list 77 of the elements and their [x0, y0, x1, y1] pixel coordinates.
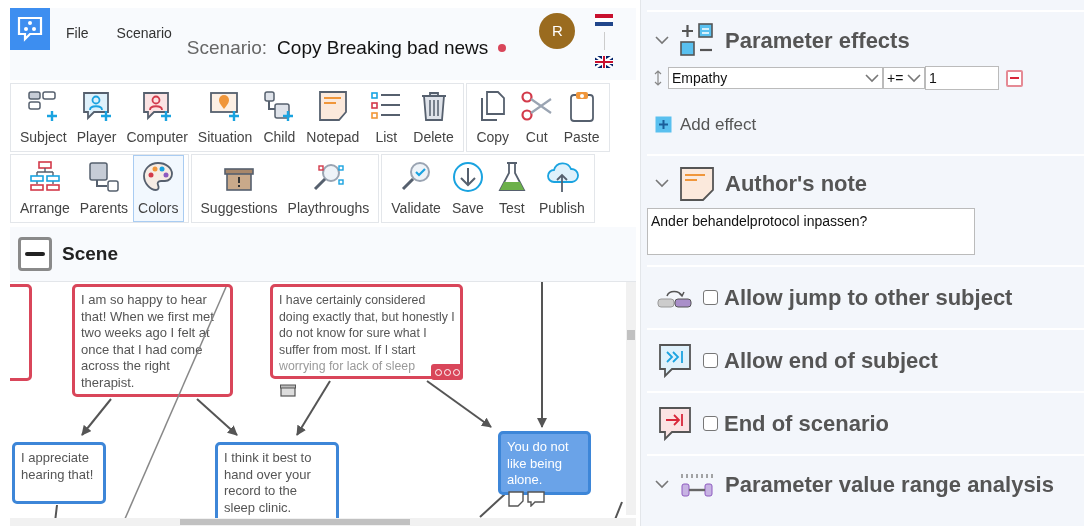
speech-bubble-icon: [657, 342, 693, 378]
toolbar-button[interactable]: Computer: [121, 84, 193, 151]
connector-arrow: [81, 398, 112, 436]
toolbar-button[interactable]: Save: [445, 155, 490, 222]
section-title: Parameter effects: [725, 26, 910, 55]
toolbar-button[interactable]: Player: [71, 84, 122, 151]
drag-handle-icon[interactable]: [653, 69, 663, 87]
toolbar-button[interactable]: Situation: [192, 84, 258, 151]
toolbar-button[interactable]: Paste: [558, 84, 605, 151]
option-label[interactable]: Allow jump to other subject: [724, 280, 1013, 314]
chevron-down-icon[interactable]: [655, 35, 669, 45]
toolbar-button[interactable]: Validate: [386, 155, 446, 222]
toolbar-button[interactable]: Cut: [514, 84, 559, 151]
minus-icon: [25, 252, 45, 256]
app-logo[interactable]: [10, 8, 50, 50]
plus-icon: [655, 116, 672, 134]
section-title: Parameter value range analysis: [725, 471, 1054, 499]
toolbar-button[interactable]: Arrange: [15, 155, 75, 222]
boxes-icon: [86, 160, 121, 194]
scissors-icon: [519, 89, 554, 123]
chat-network-icon: [16, 15, 44, 43]
toolbar-button[interactable]: Suggestions: [195, 155, 283, 222]
flag-icon[interactable]: [595, 14, 614, 26]
add-effect-button[interactable]: Add effect: [655, 112, 1084, 138]
chevron-down-icon[interactable]: [865, 73, 879, 83]
chevron-down-icon[interactable]: [655, 179, 669, 188]
toolbar-button[interactable]: Child: [257, 84, 302, 151]
hierarchy-icon: [27, 160, 62, 194]
box-icon: [280, 383, 296, 397]
cloud-upload-icon: [544, 160, 579, 194]
section-title: Author's note: [725, 170, 868, 198]
download-icon: [450, 160, 485, 194]
scenario-title: Copy Breaking bad news: [277, 36, 489, 60]
checkbox[interactable]: [703, 289, 718, 305]
option-label[interactable]: Allow end of subject: [724, 343, 938, 377]
player-node[interactable]: I appreciate hearing that!: [12, 442, 106, 504]
chevron-down-icon[interactable]: [907, 73, 921, 83]
scene-canvas[interactable]: [10, 282, 636, 526]
speech-bubble-icon: [657, 405, 693, 441]
toolbar-button[interactable]: Playthroughs: [282, 155, 375, 222]
value-field[interactable]: 1: [925, 66, 999, 90]
math-operators-icon: [679, 22, 715, 58]
menu-item[interactable]: Scenario: [116, 23, 172, 44]
checkbox[interactable]: [703, 415, 718, 431]
toolbar-button[interactable]: Colors: [133, 155, 184, 222]
checkbox[interactable]: [703, 352, 718, 368]
note-icon: [679, 165, 715, 202]
collapse-button[interactable]: [18, 237, 52, 271]
toolbar-button[interactable]: Subject: [15, 84, 72, 151]
option-label[interactable]: End of scenario: [724, 406, 890, 440]
more-badge[interactable]: [431, 364, 463, 380]
toolbar-button[interactable]: List: [364, 84, 409, 151]
section-title: Scene: [62, 241, 118, 266]
note-icon: [508, 491, 524, 507]
user-avatar[interactable]: R: [539, 13, 576, 49]
connector-arrow: [426, 380, 492, 428]
toolbar-button[interactable]: Copy: [470, 84, 515, 151]
toolbar-button[interactable]: Delete: [408, 84, 459, 151]
computer-node[interactable]: I have certainly considered doing exactly that, but honestly I do not know for sure what I suffer from most. If I start worrying for lack of sleep: [270, 284, 463, 379]
parameter-select[interactable]: Empathy: [668, 67, 883, 89]
note-textarea[interactable]: Ander behandelprotocol inpassen?: [647, 207, 975, 255]
toolbar-button[interactable]: Publish: [533, 155, 590, 222]
flag-icon[interactable]: [595, 56, 614, 68]
chevron-down-icon[interactable]: [655, 480, 669, 489]
toolbar-button[interactable]: Notepad: [301, 84, 365, 151]
toolbar-button[interactable]: Test: [489, 155, 534, 222]
connector-arrow: [296, 380, 331, 436]
remove-button[interactable]: [1006, 69, 1023, 87]
palette-icon: [141, 160, 176, 194]
vertical-scrollbar[interactable]: [626, 282, 636, 515]
horizontal-scrollbar[interactable]: [10, 518, 636, 526]
toolbar-button[interactable]: Parents: [74, 155, 134, 222]
menu-item[interactable]: File: [66, 23, 89, 44]
speech-bubble-icon: [527, 491, 545, 507]
connector-arrow: [196, 398, 238, 436]
scenario-label: Scenario:: [186, 36, 268, 60]
operator-select[interactable]: +=: [883, 67, 925, 89]
